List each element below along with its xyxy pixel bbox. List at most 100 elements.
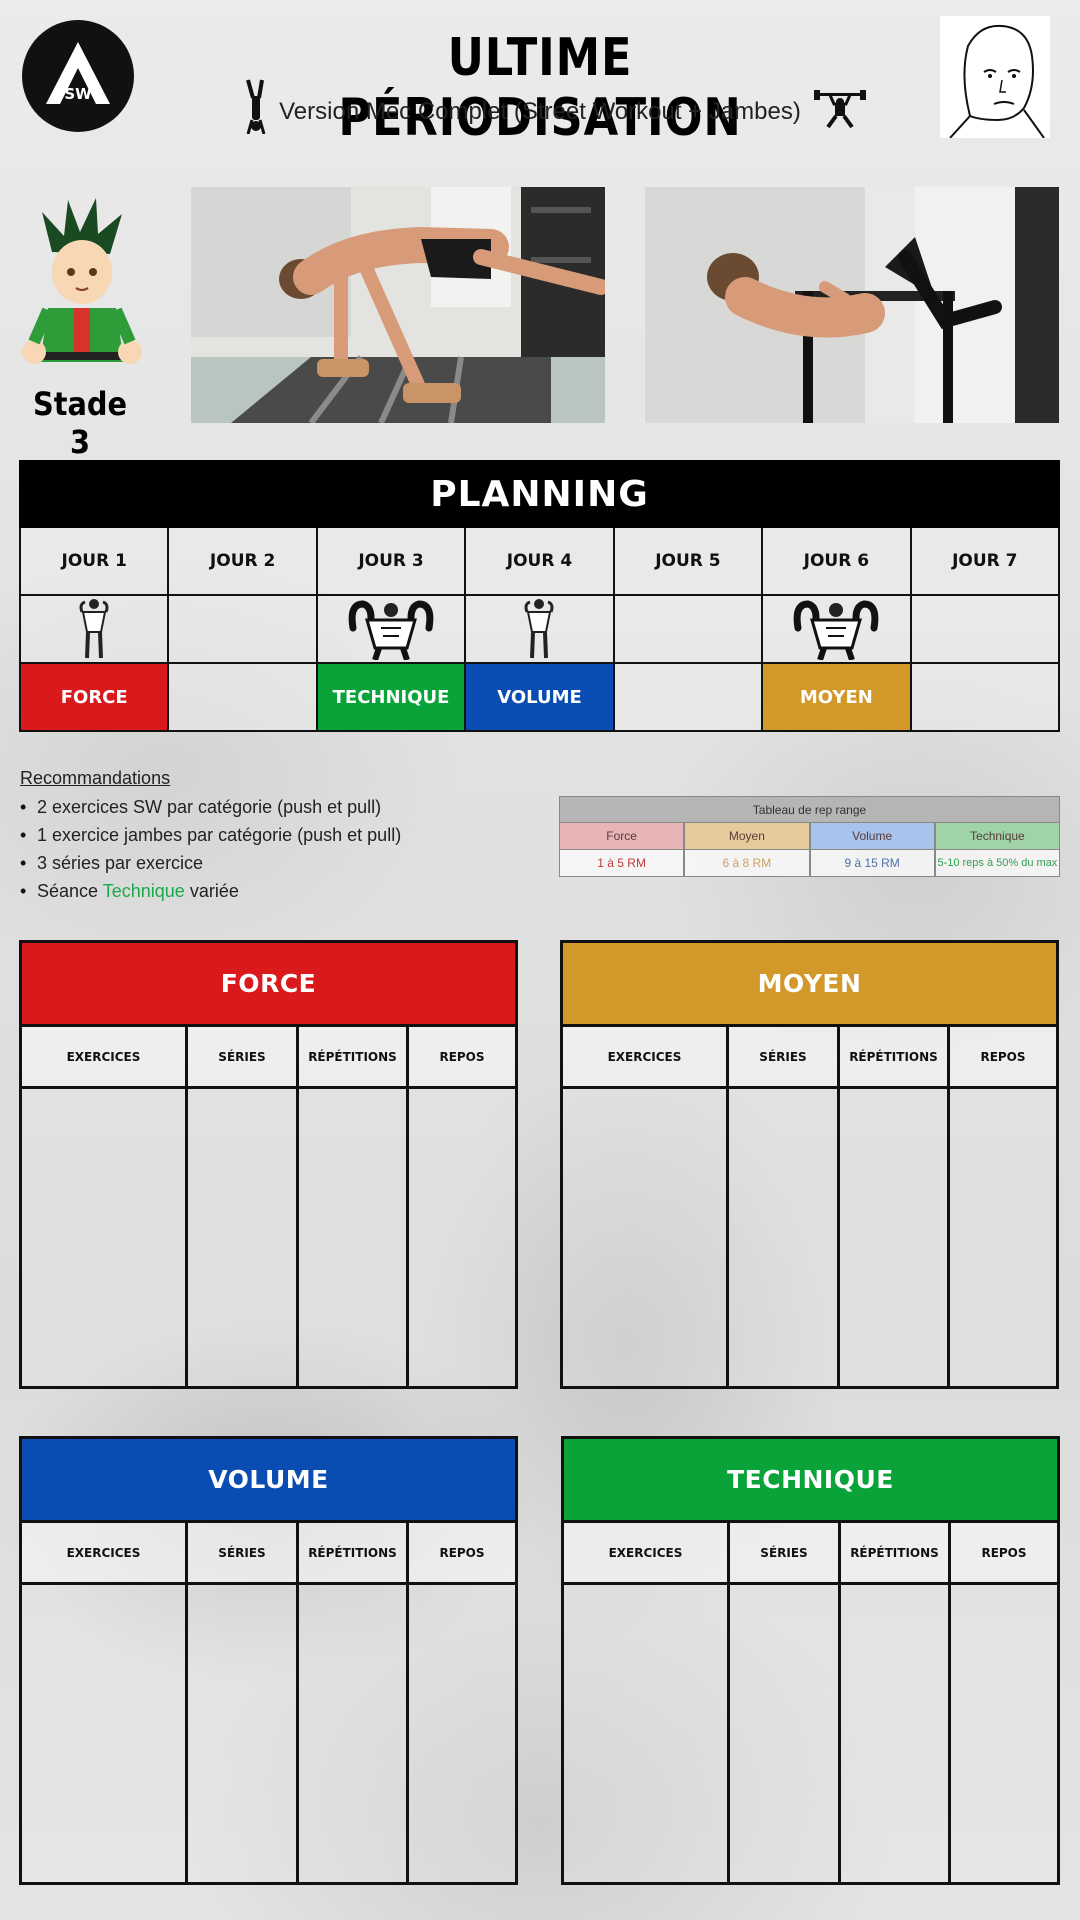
repetitions-cell[interactable]	[841, 1585, 951, 1882]
item-text: variée	[184, 881, 239, 901]
figure-cell	[614, 596, 764, 664]
list-item: 2 exercices SW par catégorie (push et pu…	[20, 797, 540, 825]
technique-session-table: TECHNIQUE EXERCICES SÉRIES RÉPÉTITIONS R…	[561, 1436, 1060, 1885]
column-header-repos: REPOS	[409, 1523, 515, 1585]
column-header-repos: REPOS	[409, 1027, 515, 1089]
session-cell: MOYEN	[763, 664, 912, 732]
planning-title: PLANNING	[19, 460, 1060, 528]
volume-session-table: VOLUME EXERCICES SÉRIES RÉPÉTITIONS REPO…	[19, 1436, 518, 1885]
repos-cell[interactable]	[409, 1585, 515, 1882]
day-header: JOUR 1	[21, 528, 170, 596]
force-session-table: FORCE EXERCICES SÉRIES RÉPÉTITIONS REPOS	[19, 940, 518, 1389]
rep-range-table: Tableau de rep range Force Moyen Volume …	[559, 796, 1060, 877]
repos-cell[interactable]	[409, 1089, 515, 1386]
list-item: Séance Technique variée	[20, 881, 540, 909]
force-table-grid: EXERCICES SÉRIES RÉPÉTITIONS REPOS	[19, 1024, 518, 1389]
figure-cell	[169, 596, 318, 664]
rep-value-technique: 5-10 reps à 50% du max	[934, 850, 1060, 877]
rep-value-moyen: 6 à 8 RM	[684, 850, 810, 877]
repetitions-cell[interactable]	[299, 1089, 409, 1386]
column-header-repetitions: RÉPÉTITIONS	[299, 1523, 409, 1585]
front-lever-exercise-photo	[645, 187, 1059, 423]
rep-label-moyen: Moyen	[684, 823, 810, 850]
column-header-series: SÉRIES	[730, 1523, 841, 1585]
series-cell[interactable]	[188, 1585, 299, 1882]
column-header-series: SÉRIES	[188, 1027, 299, 1089]
repos-cell[interactable]	[950, 1089, 1056, 1386]
figure-cell	[317, 596, 467, 664]
technique-table-grid: EXERCICES SÉRIES RÉPÉTITIONS REPOS	[561, 1520, 1060, 1885]
planche-exercise-photo	[191, 187, 605, 423]
session-cell: VOLUME	[466, 664, 615, 732]
technique-table-title: TECHNIQUE	[561, 1436, 1060, 1520]
stage-label: Stade 3	[32, 385, 128, 461]
series-cell[interactable]	[730, 1585, 841, 1882]
repetitions-cell[interactable]	[840, 1089, 950, 1386]
rep-range-labels: Force Moyen Volume Technique	[559, 823, 1060, 850]
page-subtitle: Version Mec Complet (Street Workout + Ja…	[279, 98, 801, 125]
weightlifter-icon	[812, 90, 868, 132]
session-cell: TECHNIQUE	[317, 664, 467, 732]
repos-cell[interactable]	[951, 1585, 1057, 1882]
planning-table: PLANNING JOUR 1 JOUR 2 JOUR 3 JOUR 4 JOU…	[19, 460, 1060, 732]
repetitions-cell[interactable]	[299, 1585, 409, 1882]
column-header-repetitions: RÉPÉTITIONS	[841, 1523, 951, 1585]
list-item: 1 exercice jambes par catégorie (push et…	[20, 825, 540, 853]
volume-table-title: VOLUME	[19, 1436, 518, 1520]
rep-range-values: 1 à 5 RM 6 à 8 RM 9 à 15 RM 5-10 reps à …	[559, 850, 1060, 877]
page-title: ULTIME PÉRIODISATION	[338, 28, 742, 148]
column-header-exercices: EXERCICES	[22, 1027, 188, 1089]
exercices-cell[interactable]	[564, 1585, 730, 1882]
series-cell[interactable]	[188, 1089, 299, 1386]
muscular-figure-icon	[348, 600, 434, 660]
rep-value-force: 1 à 5 RM	[559, 850, 685, 877]
moyen-table-grid: EXERCICES SÉRIES RÉPÉTITIONS REPOS	[560, 1024, 1059, 1389]
recommendations: Recommandations 2 exercices SW par catég…	[20, 768, 540, 909]
column-header-repos: REPOS	[951, 1523, 1057, 1585]
gon-character-illustration	[12, 192, 152, 388]
day-header: JOUR 4	[466, 528, 615, 596]
column-header-exercices: EXERCICES	[22, 1523, 188, 1585]
force-table-title: FORCE	[19, 940, 518, 1024]
technique-highlight: Technique	[102, 881, 185, 901]
wojak-face-drawing	[940, 16, 1050, 139]
column-header-series: SÉRIES	[188, 1523, 299, 1585]
exercices-cell[interactable]	[22, 1585, 188, 1882]
item-text: Séance	[37, 881, 103, 901]
exercices-cell[interactable]	[563, 1089, 729, 1386]
column-header-repetitions: RÉPÉTITIONS	[840, 1027, 950, 1089]
day-header: JOUR 3	[317, 528, 467, 596]
column-header-repos: REPOS	[950, 1027, 1056, 1089]
session-cell	[614, 664, 764, 732]
moyen-table-title: MOYEN	[560, 940, 1059, 1024]
day-header: JOUR 7	[911, 528, 1060, 596]
slim-figure-icon	[525, 599, 554, 659]
rep-label-force: Force	[559, 823, 685, 850]
rep-value-volume: 9 à 15 RM	[809, 850, 935, 877]
recommendations-list: 2 exercices SW par catégorie (push et pu…	[20, 797, 540, 909]
figure-cell	[911, 596, 1060, 664]
day-header: JOUR 6	[763, 528, 912, 596]
figure-cell	[466, 596, 615, 664]
session-cell: FORCE	[21, 664, 170, 732]
column-header-exercices: EXERCICES	[564, 1523, 730, 1585]
series-cell[interactable]	[729, 1089, 840, 1386]
session-cell	[911, 664, 1060, 732]
recommendations-title: Recommandations	[20, 768, 171, 788]
logo-text: SW	[64, 85, 92, 103]
handstand-figure-icon	[242, 78, 270, 138]
day-header: JOUR 2	[169, 528, 318, 596]
rep-label-volume: Volume	[809, 823, 935, 850]
moyen-session-table: MOYEN EXERCICES SÉRIES RÉPÉTITIONS REPOS	[560, 940, 1059, 1389]
brand-logo: SW	[22, 20, 134, 132]
rep-label-technique: Technique	[934, 823, 1060, 850]
column-header-repetitions: RÉPÉTITIONS	[299, 1027, 409, 1089]
exercices-cell[interactable]	[22, 1089, 188, 1386]
volume-table-grid: EXERCICES SÉRIES RÉPÉTITIONS REPOS	[19, 1520, 518, 1885]
session-cell	[169, 664, 318, 732]
muscular-figure-icon	[793, 600, 879, 660]
rep-range-title: Tableau de rep range	[559, 796, 1060, 823]
figure-cell	[21, 596, 170, 664]
figure-cell	[763, 596, 912, 664]
list-item: 3 séries par exercice	[20, 853, 540, 881]
